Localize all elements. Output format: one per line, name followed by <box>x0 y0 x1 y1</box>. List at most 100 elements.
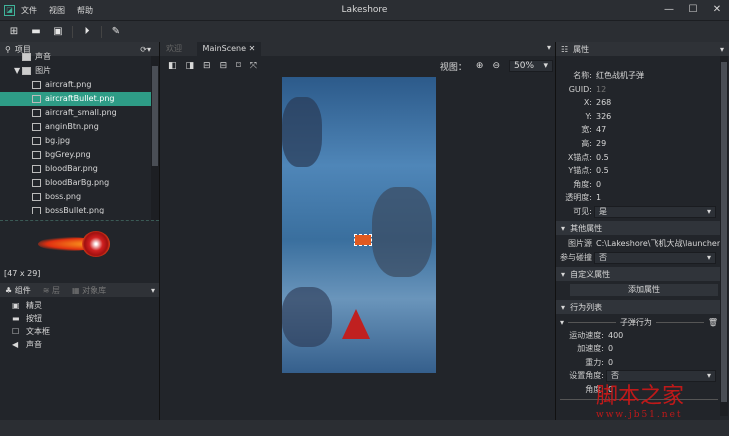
scene-canvas[interactable] <box>282 77 436 373</box>
prop-row: 角度: 0 <box>573 179 602 189</box>
tab-layers[interactable]: ≋ 层 <box>43 285 60 296</box>
prop-row: GUID: 12 <box>568 84 607 94</box>
collision-select[interactable]: 否 ▾ <box>594 251 716 264</box>
tab-mainscene[interactable]: MainScene ✕ <box>196 42 262 56</box>
prop-row: 高: 29 <box>581 139 607 148</box>
delete-icon[interactable]: 🗑 <box>708 318 718 327</box>
section-behaviors[interactable]: ▾ 行为列表 <box>556 300 720 314</box>
tree-folder-images[interactable]: ▼ 图片 <box>0 64 151 78</box>
expand-arrow-icon[interactable]: ▼ <box>14 64 20 78</box>
component-label: 声音 <box>26 340 42 349</box>
zoom-select[interactable]: 50% ▾ <box>509 60 553 72</box>
properties-header: ☷ 属性 ▾ <box>556 42 729 56</box>
view-label: 视图： <box>439 62 467 73</box>
tree-label: bloodBarBg.png <box>45 178 110 187</box>
menu-help[interactable]: 帮助 <box>77 5 93 16</box>
close-icon[interactable]: ✕ <box>705 0 729 20</box>
tree-file[interactable]: bloodBar.png <box>0 162 151 176</box>
zoom-in-icon[interactable]: ⊕ <box>476 61 484 71</box>
tree-file[interactable]: bg.jpg <box>0 134 151 148</box>
tree-file[interactable]: anginBtn.png <box>0 120 151 134</box>
tree-scrollbar[interactable] <box>151 56 159 220</box>
component-label: 精灵 <box>26 301 42 310</box>
fit-icon[interactable]: ⌑ <box>236 61 241 71</box>
menu-file[interactable]: 文件 <box>21 5 37 16</box>
window-title: Lakeshore <box>341 5 388 15</box>
component-sprite[interactable]: ▣ 精灵 <box>0 299 159 312</box>
tree-folder-sound[interactable]: 声音 <box>0 50 151 64</box>
component-label: 文本框 <box>26 327 50 336</box>
tree-file[interactable]: bloodBarBg.png <box>0 176 151 190</box>
tree-file[interactable]: bossBullet.png <box>0 204 151 214</box>
add-attribute-button[interactable]: 添加属性 <box>570 284 718 296</box>
fullscreen-icon[interactable]: ⤧ <box>250 61 257 71</box>
properties-scrollbar[interactable] <box>720 56 728 416</box>
prop-row: 透明度: 1 <box>565 193 602 203</box>
behavior-row: 运动速度: 400 <box>569 331 624 340</box>
zoom-out-icon[interactable]: ⊖ <box>492 61 500 71</box>
align-bottom-icon[interactable]: ⊟ <box>220 61 228 71</box>
behavior-row: 重力: 0 <box>585 357 614 367</box>
tree-label: bg.jpg <box>45 136 71 145</box>
align-right-icon[interactable]: ◨ <box>186 61 195 71</box>
project-tree: 声音 ▼ 图片 aircraft.png aircraftBullet.png air… <box>0 50 151 214</box>
tree-label: 声音 <box>35 52 51 61</box>
maximize-icon[interactable]: ☐ <box>681 0 705 20</box>
refresh-icon[interactable]: ⟳▾ <box>140 45 151 54</box>
section-other[interactable]: ▾ 其他属性 <box>556 221 720 235</box>
section-custom[interactable]: ▾ 自定义属性 <box>556 267 720 281</box>
collapse-icon[interactable]: ▾ <box>560 318 564 327</box>
tree-file[interactable]: aircraft_small.png <box>0 106 151 120</box>
left-panel: ⚲ 项目 ⟳▾ 声音 ▼ 图片 aircraft.png aircraftBulle… <box>0 42 160 420</box>
image-preview <box>38 227 118 261</box>
tab-object-library[interactable]: ▦ 对象库 <box>72 285 106 296</box>
prop-image-src: 图片源C:\Lakeshore\飞机大战\launcher\res <box>568 239 720 248</box>
tree-label: 图片 <box>35 66 52 75</box>
folder-open-icon <box>22 67 32 75</box>
tree-label: aircraft.png <box>45 80 92 89</box>
tab-components[interactable]: ♣ 组件 <box>5 285 31 296</box>
close-tab-icon[interactable]: ✕ <box>249 44 256 53</box>
menu-view[interactable]: 视图 <box>49 5 65 16</box>
minimize-icon[interactable]: — <box>657 0 681 20</box>
tree-label: aircraftBullet.png <box>45 94 115 103</box>
run-icon[interactable]: ⏵ <box>79 26 95 37</box>
panel-menu-icon[interactable]: ▾ <box>151 286 155 295</box>
tree-label: bloodBar.png <box>45 164 98 173</box>
publish-icon[interactable]: ✎ <box>108 26 124 37</box>
behavior-header: ▾ 子弹行为 🗑 <box>560 316 718 328</box>
open-folder-icon[interactable]: ▬ <box>28 26 44 37</box>
main-toolbar: ⊞ ▬ ▣ ⏵ ✎ <box>0 20 729 42</box>
title-bar: ◪ 文件 视图 帮助 Lakeshore — ☐ ✕ <box>0 0 729 20</box>
component-button[interactable]: ▬ 按钮 <box>0 312 159 325</box>
image-file-icon <box>32 81 41 89</box>
new-project-icon[interactable]: ⊞ <box>6 26 22 37</box>
visible-select[interactable]: 是 ▾ <box>594 205 716 218</box>
tree-label: anginBtn.png <box>45 122 99 131</box>
properties-icon: ☷ <box>561 44 569 54</box>
tab-welcome[interactable]: 欢迎 <box>160 42 188 56</box>
component-sound[interactable]: ◀ 声音 <box>0 338 159 351</box>
tree-file[interactable]: aircraftBullet.png <box>0 92 151 106</box>
button-icon: ▬ <box>12 314 20 323</box>
panel-menu-icon[interactable]: ▾ <box>720 45 724 54</box>
project-icon: ⚲ <box>5 44 11 54</box>
image-file-icon <box>32 179 41 187</box>
component-textbox[interactable]: ☐ 文本框 <box>0 325 159 338</box>
tree-file[interactable]: aircraft.png <box>0 78 151 92</box>
properties-panel: ☷ 属性 ▾ 名称: 红色战机子弹 GUID: 12 X: 268 Y: 326 宽: 47 高: 29 X… <box>555 42 729 420</box>
align-top-icon[interactable]: ⊟ <box>203 61 211 71</box>
tree-file[interactable]: boss.png <box>0 190 151 204</box>
bullet-sprite[interactable] <box>354 234 372 246</box>
preview-size-label: [47 x 29] <box>4 269 41 278</box>
image-file-icon <box>32 193 41 201</box>
prop-row: 名称: 红色战机子弹 <box>573 71 644 80</box>
aircraft-sprite[interactable] <box>342 309 370 339</box>
save-icon[interactable]: ▣ <box>50 26 66 37</box>
align-left-icon[interactable]: ◧ <box>168 61 177 71</box>
prop-visible: 可见: 是 ▾ <box>556 205 716 218</box>
tree-file[interactable]: bgGrey.png <box>0 148 151 162</box>
tree-label: aircraft_small.png <box>45 108 117 117</box>
tab-menu-icon[interactable]: ▾ <box>547 43 551 52</box>
textbox-icon: ☐ <box>12 327 20 336</box>
